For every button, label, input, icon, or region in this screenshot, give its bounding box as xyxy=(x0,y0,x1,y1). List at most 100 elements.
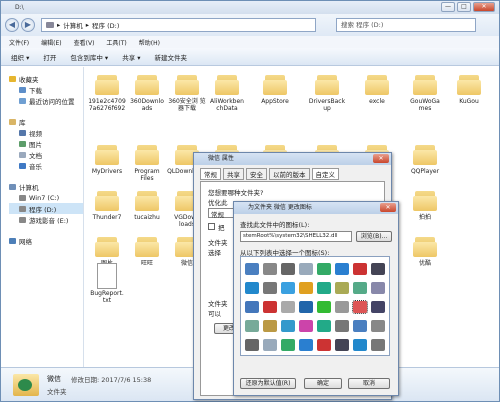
restore-defaults-button[interactable]: 还原为默认值(R) xyxy=(240,378,296,389)
menu-edit[interactable]: 编辑(E) xyxy=(41,38,61,47)
icon-option[interactable] xyxy=(299,263,313,275)
icon-option[interactable] xyxy=(281,263,295,275)
cancel-button[interactable]: 取消 xyxy=(348,378,390,389)
folder-item[interactable]: AppStore xyxy=(255,71,295,105)
open-button[interactable]: 打开 xyxy=(43,52,56,62)
icon-option[interactable] xyxy=(335,339,349,351)
change-icon-close-button[interactable]: ✕ xyxy=(380,203,396,212)
icon-option[interactable] xyxy=(371,339,385,351)
icon-option[interactable] xyxy=(299,339,313,351)
icon-option[interactable] xyxy=(281,282,295,294)
maximize-button[interactable]: □ xyxy=(457,2,471,12)
icon-option[interactable] xyxy=(335,282,349,294)
icon-option[interactable] xyxy=(299,320,313,332)
nav-drive-e[interactable]: 游戏影音 (E:) xyxy=(9,214,83,225)
folder-item[interactable]: MyDrivers xyxy=(87,141,127,175)
folder-item[interactable]: DriversBack up xyxy=(307,71,347,112)
tab-previous-versions[interactable]: 以前的版本 xyxy=(269,168,310,180)
icon-option[interactable] xyxy=(317,339,331,351)
nav-computer[interactable]: 计算机 xyxy=(9,181,83,192)
icon-option[interactable] xyxy=(263,263,277,275)
folder-item[interactable]: 拍拍 xyxy=(405,187,445,221)
folder-item[interactable]: 优酷 xyxy=(405,233,445,267)
icon-option[interactable] xyxy=(281,320,295,332)
icon-option[interactable] xyxy=(299,301,313,313)
menu-help[interactable]: 帮助(H) xyxy=(139,38,160,47)
icon-option[interactable] xyxy=(263,301,277,313)
icon-option[interactable] xyxy=(353,282,367,294)
minimize-button[interactable]: — xyxy=(441,2,455,12)
icon-option[interactable] xyxy=(299,282,313,294)
icon-option[interactable] xyxy=(353,320,367,332)
tab-customize[interactable]: 自定义 xyxy=(311,168,339,180)
nav-drive-d[interactable]: 程序 (D:) xyxy=(9,203,83,214)
folder-item[interactable]: Program Files xyxy=(127,141,167,182)
back-arrow-icon[interactable]: ◀ xyxy=(5,18,19,32)
icon-option[interactable] xyxy=(352,300,368,314)
icon-option[interactable] xyxy=(245,282,259,294)
folder-item[interactable]: Thunder7 xyxy=(87,187,127,221)
icon-option[interactable] xyxy=(245,263,259,275)
folder-item[interactable]: QQPlayer xyxy=(405,141,445,175)
folder-item[interactable]: KuGou xyxy=(449,71,489,105)
icon-list[interactable] xyxy=(240,256,390,356)
folder-item[interactable]: excle xyxy=(357,71,397,105)
search-input[interactable]: 搜索 程序 (D:) xyxy=(336,18,476,32)
nav-downloads[interactable]: 下载 xyxy=(9,84,83,95)
breadcrumb-computer[interactable]: 计算机 xyxy=(63,20,83,30)
icon-option[interactable] xyxy=(317,301,331,313)
nav-music[interactable]: 音乐 xyxy=(9,160,83,171)
nav-recent[interactable]: 最近访问的位置 xyxy=(9,95,83,106)
nav-libraries[interactable]: 库 xyxy=(9,116,83,127)
nav-videos[interactable]: 视频 xyxy=(9,127,83,138)
icon-option[interactable] xyxy=(317,320,331,332)
icon-option[interactable] xyxy=(317,263,331,275)
tab-share[interactable]: 共享 xyxy=(223,168,244,180)
tab-general[interactable]: 常规 xyxy=(200,168,221,180)
icon-option[interactable] xyxy=(335,301,349,313)
browse-button[interactable]: 浏览(B)... xyxy=(356,231,392,242)
nav-pictures[interactable]: 图片 xyxy=(9,138,83,149)
icon-option[interactable] xyxy=(263,282,277,294)
folder-item[interactable]: 旺旺 xyxy=(127,233,167,267)
icon-option[interactable] xyxy=(353,339,367,351)
ok-button[interactable]: 确定 xyxy=(304,378,342,389)
menu-file[interactable]: 文件(F) xyxy=(9,38,29,47)
nav-documents[interactable]: 文档 xyxy=(9,149,83,160)
folder-item[interactable]: AliWorkben chData xyxy=(207,71,247,112)
icon-option[interactable] xyxy=(371,263,385,275)
close-button[interactable]: ✕ xyxy=(473,2,495,12)
folder-item[interactable]: 191e2c4709 7a6276f692 xyxy=(87,71,127,112)
forward-arrow-icon[interactable]: ▶ xyxy=(21,18,35,32)
new-folder-button[interactable]: 新建文件夹 xyxy=(155,52,188,62)
icon-option[interactable] xyxy=(371,301,385,313)
icon-option[interactable] xyxy=(353,263,367,275)
nav-favorites[interactable]: 收藏夹 xyxy=(9,73,83,84)
folder-item[interactable]: tucaizhu xyxy=(127,187,167,221)
folder-item[interactable]: 360Downlo ads xyxy=(127,71,167,112)
nav-drive-c[interactable]: Win7 (C:) xyxy=(9,192,83,203)
tab-security[interactable]: 安全 xyxy=(246,168,267,180)
folder-item[interactable]: GouWoGa mes xyxy=(405,71,445,112)
organize-button[interactable]: 组织 ▾ xyxy=(11,52,29,62)
nav-network[interactable]: 网络 xyxy=(9,235,83,246)
apply-subfolders-checkbox[interactable] xyxy=(208,223,215,230)
icon-option[interactable] xyxy=(371,320,385,332)
folder-item[interactable]: BugReport. txt xyxy=(87,263,127,304)
icon-option[interactable] xyxy=(263,339,277,351)
menu-view[interactable]: 查看(V) xyxy=(74,38,95,47)
breadcrumb-program[interactable]: 程序 (D:) xyxy=(92,20,119,30)
icon-option[interactable] xyxy=(281,339,295,351)
icon-option[interactable] xyxy=(335,320,349,332)
folder-item[interactable]: 图片 xyxy=(87,233,127,267)
include-library-button[interactable]: 包含到库中 ▾ xyxy=(70,52,108,62)
icon-option[interactable] xyxy=(245,320,259,332)
icon-option[interactable] xyxy=(335,263,349,275)
properties-close-button[interactable]: ✕ xyxy=(373,154,389,163)
folder-item[interactable]: 360安全浏 览器下载 xyxy=(167,71,207,112)
address-input[interactable]: ▸ 计算机 ▸ 程序 (D:) xyxy=(41,18,316,32)
share-button[interactable]: 共享 ▾ xyxy=(122,52,140,62)
icon-file-input[interactable]: stemRoot%\system32\SHELL32.dll xyxy=(240,231,352,242)
icon-option[interactable] xyxy=(371,282,385,294)
icon-option[interactable] xyxy=(281,301,295,313)
